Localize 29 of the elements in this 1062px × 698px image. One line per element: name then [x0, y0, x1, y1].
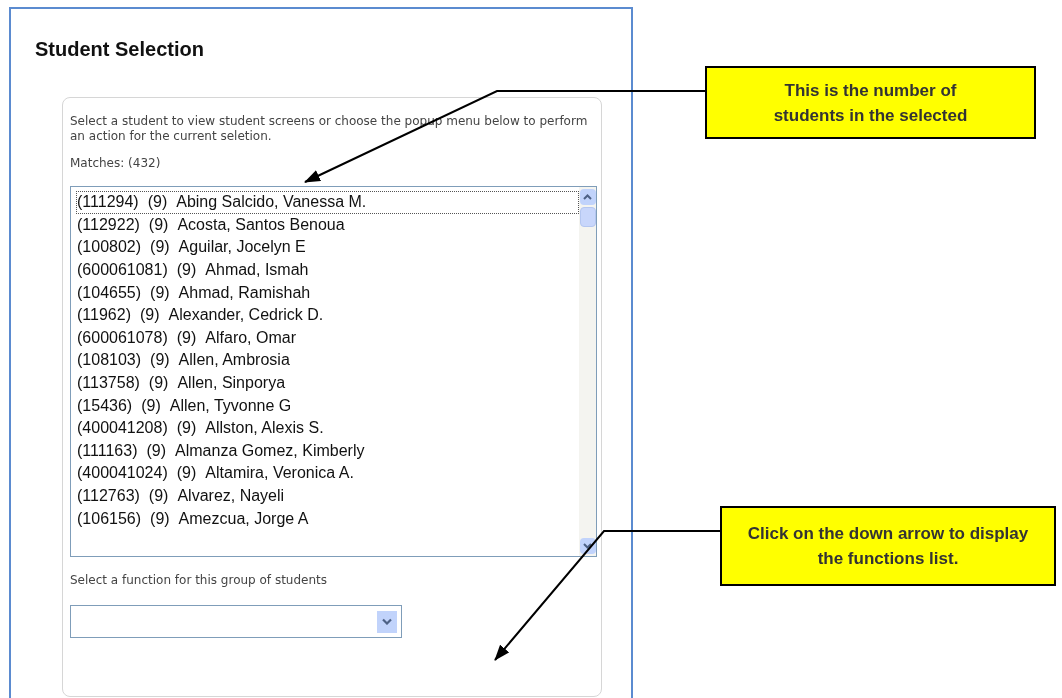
student-listbox[interactable] — [70, 186, 597, 557]
student-row[interactable]: (112922) (9) Acosta, Santos Benoua — [76, 213, 579, 237]
student-row[interactable]: (100802) (9) Aguilar, Jocelyn E — [76, 236, 579, 259]
student-row[interactable]: (15436) (9) Allen, Tyvonne G — [76, 394, 579, 417]
student-row[interactable]: (400041208) (9) Allston, Alexis S. — [76, 416, 579, 440]
scroll-up-button[interactable] — [579, 189, 596, 205]
chevron-down-icon — [583, 543, 592, 549]
callout-box: Click on the down arrow to display the functions list. — [720, 506, 1056, 586]
student-row[interactable]: (111163) (9) Almanza Gomez, Kimberly — [76, 439, 579, 463]
matches-count: Matches: (432) — [70, 155, 162, 172]
student-row[interactable]: (106156) (9) Amezcua, Jorge A — [76, 507, 579, 530]
student-row[interactable]: (600061078) (9) Alfaro, Omar — [76, 326, 579, 350]
dropdown-button[interactable] — [377, 610, 397, 633]
function-label: Select a function for this group of students — [70, 572, 329, 589]
panel-title: Student Selection — [35, 39, 205, 59]
student-row[interactable]: (600061081) (9) Ahmad, Ismah — [76, 258, 579, 282]
student-row[interactable]: (112763) (9) Alvarez, Nayeli — [76, 484, 579, 508]
student-row[interactable]: (11962) (9) Alexander, Cedrick D. — [76, 303, 579, 327]
scrollbar[interactable] — [579, 187, 596, 556]
function-dropdown[interactable] — [70, 605, 402, 638]
student-row[interactable]: (111294) (9) Abing Salcido, Vanessa M. — [76, 191, 579, 214]
student-row[interactable]: (400041024) (9) Altamira, Veronica A. — [76, 462, 579, 485]
student-row[interactable]: (104655) (9) Ahmad, Ramishah — [76, 281, 579, 304]
chevron-up-icon — [583, 194, 592, 200]
student-row[interactable]: (113758) (9) Allen, Sinporya — [76, 371, 579, 395]
student-row[interactable]: (108103) (9) Allen, Ambrosia — [76, 349, 579, 372]
scroll-thumb[interactable] — [579, 207, 596, 227]
callout-box: This is the number of students in the selected — [705, 66, 1036, 139]
chevron-down-icon — [382, 618, 392, 625]
